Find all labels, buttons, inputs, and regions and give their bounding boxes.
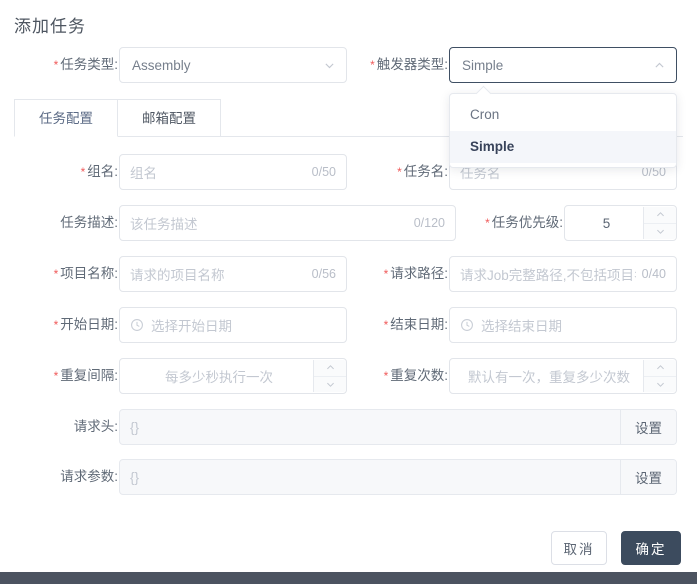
task-priority-value: 5 bbox=[602, 215, 611, 231]
chevron-up-icon bbox=[653, 59, 666, 72]
project-name-placeholder: 请求的项目名称 bbox=[130, 268, 225, 283]
required-star-icon: * bbox=[53, 318, 59, 333]
request-params-settings-button[interactable]: 设置 bbox=[620, 460, 676, 494]
task-name-label: * 任务名: bbox=[397, 164, 448, 180]
task-desc-counter: 0/120 bbox=[413, 216, 445, 230]
end-date-input[interactable]: 选择结束日期 bbox=[449, 307, 677, 343]
repeat-interval-input[interactable]: 每多少秒执行一次 bbox=[119, 358, 347, 394]
decrement-icon[interactable] bbox=[644, 222, 676, 240]
tab-email-config[interactable]: 邮箱配置 bbox=[118, 99, 221, 137]
group-name-placeholder: 组名 bbox=[130, 166, 157, 181]
task-type-select[interactable]: Assembly bbox=[119, 47, 347, 83]
request-path-counter: 0/40 bbox=[641, 267, 666, 281]
required-star-icon: * bbox=[53, 267, 59, 282]
clock-icon bbox=[130, 318, 144, 332]
group-name-label: * 组名: bbox=[80, 164, 118, 180]
start-date-placeholder: 选择开始日期 bbox=[151, 319, 232, 334]
task-priority-spinner[interactable] bbox=[643, 207, 676, 239]
confirm-button-label: 确定 bbox=[635, 542, 667, 557]
request-params-label: 请求参数: bbox=[60, 469, 118, 484]
request-params-input[interactable]: {} 设置 bbox=[119, 459, 677, 495]
task-priority-label: * 任务优先级: bbox=[485, 215, 563, 231]
repeat-interval-placeholder: 每多少秒执行一次 bbox=[165, 370, 273, 385]
required-star-icon: * bbox=[383, 318, 389, 333]
clock-icon bbox=[460, 318, 474, 332]
task-type-select-value: Assembly bbox=[132, 57, 191, 73]
required-star-icon: * bbox=[383, 267, 389, 282]
required-star-icon: * bbox=[53, 58, 59, 73]
project-name-counter: 0/56 bbox=[311, 267, 336, 281]
repeat-count-placeholder: 默认有一次，重复多少次数 bbox=[468, 370, 630, 385]
trigger-type-label: * 触发器类型: bbox=[370, 57, 448, 73]
trigger-type-select[interactable]: Simple bbox=[449, 47, 677, 83]
chevron-down-icon bbox=[323, 59, 336, 72]
request-path-label: * 请求路径: bbox=[383, 266, 448, 282]
dropdown-option-simple-label: Simple bbox=[470, 139, 515, 154]
repeat-count-input[interactable]: 默认有一次，重复多少次数 bbox=[449, 358, 677, 394]
request-header-value: {} bbox=[130, 419, 140, 435]
required-star-icon: * bbox=[53, 369, 59, 384]
dropdown-option-simple[interactable]: Simple bbox=[450, 131, 676, 163]
task-desc-placeholder: 该任务描述 bbox=[130, 217, 198, 232]
task-desc-label: 任务描述: bbox=[60, 215, 118, 230]
required-star-icon: * bbox=[397, 165, 402, 180]
page-title: 添加任务 bbox=[14, 17, 86, 36]
request-params-value: {} bbox=[130, 469, 140, 485]
end-date-label: * 结束日期: bbox=[383, 317, 448, 333]
trigger-type-select-value: Simple bbox=[462, 57, 504, 73]
task-desc-input[interactable]: 该任务描述 0/120 bbox=[119, 205, 456, 241]
confirm-button[interactable]: 确定 bbox=[621, 531, 681, 565]
repeat-interval-label: * 重复间隔: bbox=[53, 368, 118, 384]
trigger-type-dropdown: Cron Simple bbox=[449, 85, 677, 168]
project-name-label: * 项目名称: bbox=[53, 266, 118, 282]
group-name-counter: 0/50 bbox=[311, 165, 336, 179]
request-header-settings-label: 设置 bbox=[635, 421, 662, 436]
required-star-icon: * bbox=[370, 58, 375, 73]
request-header-settings-button[interactable]: 设置 bbox=[620, 410, 676, 444]
required-star-icon: * bbox=[80, 165, 86, 180]
start-date-input[interactable]: 选择开始日期 bbox=[119, 307, 347, 343]
decrement-icon[interactable] bbox=[644, 375, 676, 393]
request-params-settings-label: 设置 bbox=[635, 471, 662, 486]
required-star-icon: * bbox=[485, 216, 490, 231]
tab-task-config-label: 任务配置 bbox=[39, 111, 93, 126]
increment-icon[interactable] bbox=[644, 360, 676, 376]
repeat-count-spinner[interactable] bbox=[643, 360, 676, 392]
cancel-button-label: 取消 bbox=[563, 542, 595, 557]
dropdown-option-cron-label: Cron bbox=[470, 107, 500, 122]
required-star-icon: * bbox=[383, 369, 389, 384]
bottom-bar bbox=[0, 572, 697, 584]
increment-icon[interactable] bbox=[644, 207, 676, 223]
cancel-button[interactable]: 取消 bbox=[551, 531, 607, 565]
repeat-count-label: * 重复次数: bbox=[383, 368, 448, 384]
tab-email-config-label: 邮箱配置 bbox=[142, 111, 196, 126]
task-type-label: * 任务类型: bbox=[53, 57, 118, 73]
add-task-dialog: 添加任务 * 任务类型: Assembly * 触发器类型: Simple 任务配置… bbox=[0, 0, 697, 569]
request-header-input[interactable]: {} 设置 bbox=[119, 409, 677, 445]
tab-task-config[interactable]: 任务配置 bbox=[14, 99, 118, 137]
start-date-label: * 开始日期: bbox=[53, 317, 118, 333]
end-date-placeholder: 选择结束日期 bbox=[481, 319, 562, 334]
project-name-input[interactable]: 请求的项目名称 0/56 bbox=[119, 256, 347, 292]
request-header-label: 请求头: bbox=[73, 419, 118, 434]
group-name-input[interactable]: 组名 0/50 bbox=[119, 154, 347, 190]
request-path-input[interactable]: 请求Job完整路径,不包括项目名 0/40 bbox=[449, 256, 677, 292]
request-path-placeholder: 请求Job完整路径,不包括项目名 bbox=[460, 268, 636, 283]
task-priority-input[interactable]: 5 bbox=[564, 205, 677, 241]
dropdown-option-cron[interactable]: Cron bbox=[450, 99, 676, 131]
